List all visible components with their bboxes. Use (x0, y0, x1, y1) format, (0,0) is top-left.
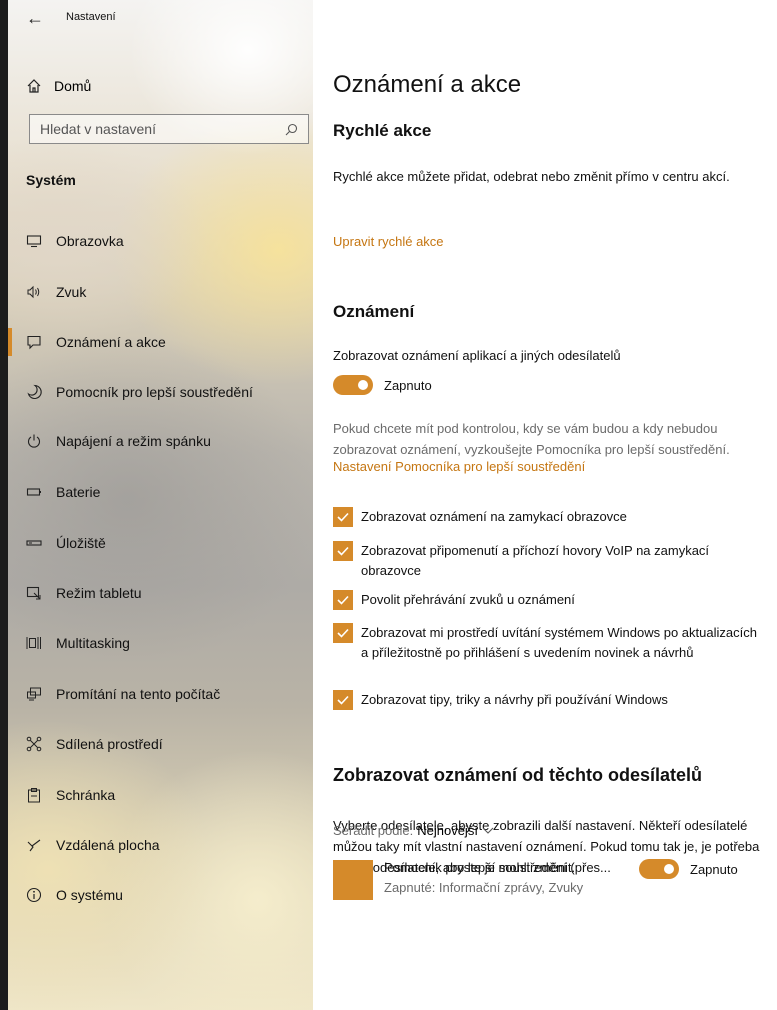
notifications-heading: Oznámení (333, 302, 415, 321)
sidebar-item-label: Sdílená prostředí (56, 736, 163, 752)
focus-assist-app-icon (333, 860, 373, 900)
window-edge (0, 0, 8, 1010)
moon-icon (26, 384, 42, 400)
sidebar-item-focus-assist[interactable]: Pomocník pro lepší soustředění (26, 379, 306, 405)
page-title: Oznámení a akce (333, 71, 522, 98)
toggle-state-label: Zapnuto (384, 377, 432, 393)
sidebar-item-label: Zvuk (56, 284, 87, 300)
tablet-icon (26, 585, 42, 601)
sender-toggle-state: Zapnuto (690, 861, 738, 877)
sidebar-item-tablet-mode[interactable]: Režim tabletu (26, 580, 306, 606)
sidebar-item-label: Multitasking (56, 635, 130, 651)
chevron-down-icon[interactable] (482, 827, 494, 835)
sidebar-item-label: Úložiště (56, 535, 106, 551)
monitor-icon (26, 233, 42, 249)
sender-name: Pomocník pro lepší soustředění (přes... (384, 860, 611, 875)
checkbox-label: Zobrazovat tipy, triky a návrhy při použ… (361, 692, 668, 707)
sidebar-section-title: Systém (26, 172, 76, 188)
checkbox-label: Zobrazovat připomenutí a příchozí hovory… (361, 543, 710, 578)
clipboard-icon (26, 787, 42, 803)
quick-actions-heading: Rychlé akce (333, 121, 432, 140)
sidebar-item-clipboard[interactable]: Schránka (26, 782, 306, 808)
home-icon (26, 78, 42, 94)
notifications-toggle-label: Zobrazovat oznámení aplikací a jiných od… (333, 348, 621, 363)
power-icon (26, 433, 42, 449)
focus-assist-info-text: Pokud chcete mít pod kontrolou, kdy se v… (333, 421, 730, 457)
notifications-toggle-row: Zapnuto (333, 375, 432, 395)
checkbox-reminders-voip[interactable]: Zobrazovat připomenutí a příchozí hovory… (333, 541, 763, 581)
checkmark-icon[interactable] (333, 690, 353, 710)
checkbox-welcome-experience[interactable]: Zobrazovat mi prostředí uvítání systémem… (333, 623, 763, 663)
sidebar-item-label: Schránka (56, 787, 116, 803)
checkmark-icon[interactable] (333, 623, 353, 643)
sidebar-item-label: Napájení a režim spánku (56, 433, 211, 449)
sort-by-row[interactable]: Seřadit podle: Nejnovější (333, 823, 494, 838)
sidebar-item-label: O systému (56, 887, 123, 903)
checkbox-label: Zobrazovat oznámení na zamykací obrazovc… (361, 509, 627, 524)
sender-toggle-row: Zapnuto (639, 859, 738, 879)
search-box[interactable] (29, 114, 309, 144)
sender-toggle[interactable] (639, 859, 679, 879)
search-icon[interactable] (285, 123, 298, 136)
sidebar-item-shared-experiences[interactable]: Sdílená prostředí (26, 731, 306, 757)
search-input[interactable] (40, 121, 270, 137)
focus-assist-settings-link[interactable]: Nastavení Pomocníka pro lepší soustředěn… (333, 459, 585, 474)
checkbox-label: Povolit přehrávání zvuků u oznámení (361, 592, 575, 607)
storage-icon (26, 535, 42, 551)
window-title: Nastavení (66, 11, 116, 23)
battery-icon (26, 484, 42, 500)
sidebar-item-label: Režim tabletu (56, 585, 142, 601)
sidebar-item-home[interactable]: Domů (26, 78, 91, 94)
sidebar-item-projecting[interactable]: Promítání na tento počítač (26, 681, 306, 707)
sidebar-item-remote-desktop[interactable]: Vzdálená plocha (26, 832, 306, 858)
checkmark-icon[interactable] (333, 541, 353, 561)
sort-value[interactable]: Nejnovější (417, 823, 478, 838)
sidebar-item-label: Pomocník pro lepší soustředění (56, 384, 253, 400)
speaker-icon (26, 284, 42, 300)
quick-actions-text: Rychlé akce můžete přidat, odebrat nebo … (333, 169, 730, 184)
remote-desktop-icon (26, 837, 42, 853)
sort-label: Seřadit podle: (333, 823, 414, 838)
sidebar-item-display[interactable]: Obrazovka (26, 228, 306, 254)
notification-icon (26, 334, 42, 350)
active-indicator (8, 328, 12, 356)
sidebar-item-label: Baterie (56, 484, 101, 500)
checkbox-lock-screen[interactable]: Zobrazovat oznámení na zamykací obrazovc… (333, 507, 763, 527)
sender-detail: Zapnuté: Informační zprávy, Zvuky (384, 880, 584, 895)
sidebar: ← Nastavení Domů Systém Obrazovka Zvuk O… (8, 0, 313, 1010)
sidebar-item-multitasking[interactable]: Multitasking (26, 630, 306, 656)
edit-quick-actions-link[interactable]: Upravit rychlé akce (333, 234, 444, 249)
back-arrow-icon[interactable]: ← (26, 8, 44, 29)
main-panel: Oznámení a akce Rychlé akce Rychlé akce … (333, 0, 773, 1010)
projecting-icon (26, 686, 42, 702)
checkbox-label: Zobrazovat mi prostředí uvítání systémem… (361, 625, 757, 660)
senders-heading: Zobrazovat oznámení od těchto odesílatel… (333, 765, 703, 785)
notifications-toggle[interactable] (333, 375, 373, 395)
sidebar-item-label: Oznámení a akce (56, 334, 166, 350)
sidebar-item-notifications[interactable]: Oznámení a akce (26, 329, 306, 355)
sidebar-item-battery[interactable]: Baterie (26, 479, 306, 505)
sidebar-item-storage[interactable]: Úložiště (26, 530, 306, 556)
checkbox-tips[interactable]: Zobrazovat tipy, triky a návrhy při použ… (333, 690, 763, 710)
shared-icon (26, 736, 42, 752)
sidebar-item-label: Promítání na tento počítač (56, 686, 221, 702)
sender-item[interactable]: Pomocník pro lepší soustředění (přes... … (333, 859, 763, 910)
checkbox-sounds[interactable]: Povolit přehrávání zvuků u oznámení (333, 590, 763, 610)
multitasking-icon (26, 635, 42, 651)
checkmark-icon[interactable] (333, 590, 353, 610)
sidebar-home-label: Domů (54, 78, 92, 94)
info-icon (26, 887, 42, 903)
sidebar-item-label: Obrazovka (56, 233, 124, 249)
checkmark-icon[interactable] (333, 507, 353, 527)
sidebar-item-power[interactable]: Napájení a režim spánku (26, 428, 306, 454)
sidebar-item-label: Vzdálená plocha (56, 837, 160, 853)
sidebar-item-sound[interactable]: Zvuk (26, 279, 306, 305)
sidebar-item-about[interactable]: O systému (26, 882, 306, 908)
